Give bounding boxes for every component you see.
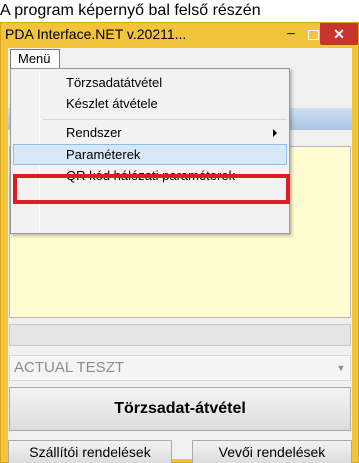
minimize-icon: − [286, 26, 296, 43]
menu-item-label: Készlet átvétele [66, 96, 158, 111]
menu-button[interactable]: Menü [10, 49, 60, 68]
menu-item-label: Rendszer [66, 125, 122, 140]
maximize-icon [307, 30, 319, 40]
menu-item-qr-network-parameters[interactable]: QR kód hálózati paraméterek [13, 166, 287, 187]
minimize-button[interactable]: − [280, 23, 302, 47]
title-bar: PDA Interface.NET v.20211... − ✕ [1, 23, 358, 47]
customer-orders-button[interactable]: Vevői rendelések [192, 440, 352, 463]
close-icon: ✕ [333, 25, 345, 42]
menu-item-label: Paraméterek [66, 147, 141, 162]
supplier-orders-button[interactable]: Szállítói rendelések [8, 440, 172, 463]
menu-item-parameters[interactable]: Paraméterek [13, 144, 287, 165]
submenu-arrow-icon [273, 129, 277, 137]
menu-bar: Menü [8, 48, 352, 68]
page-caption: A program képernyő bal felső részén [0, 2, 261, 19]
menu-separator [43, 119, 287, 120]
database-select-value: ACTUAL TESZT [14, 359, 125, 376]
menu-item-stock-transfer[interactable]: Készlet átvétele [13, 94, 287, 115]
chevron-down-icon[interactable]: ▼ [332, 356, 350, 380]
menu-item-label: QR kód hálózati paraméterek [66, 168, 236, 183]
master-data-transfer-button[interactable]: Törzsadat-átvétel [9, 387, 351, 431]
app-window: PDA Interface.NET v.20211... − ✕ Menü AC… [0, 22, 359, 463]
menu-item-master-data-transfer[interactable]: Törzsadatátvétel [13, 73, 287, 94]
window-title: PDA Interface.NET v.20211... [5, 26, 187, 42]
menu-item-label: Törzsadatátvétel [66, 75, 163, 90]
menu-dropdown: Törzsadatátvétel Készlet átvétele Rendsz… [10, 68, 290, 234]
database-select[interactable]: ACTUAL TESZT ▼ [9, 355, 351, 381]
close-button[interactable]: ✕ [320, 23, 358, 45]
menu-item-system[interactable]: Rendszer [13, 123, 287, 144]
status-field [9, 324, 351, 346]
